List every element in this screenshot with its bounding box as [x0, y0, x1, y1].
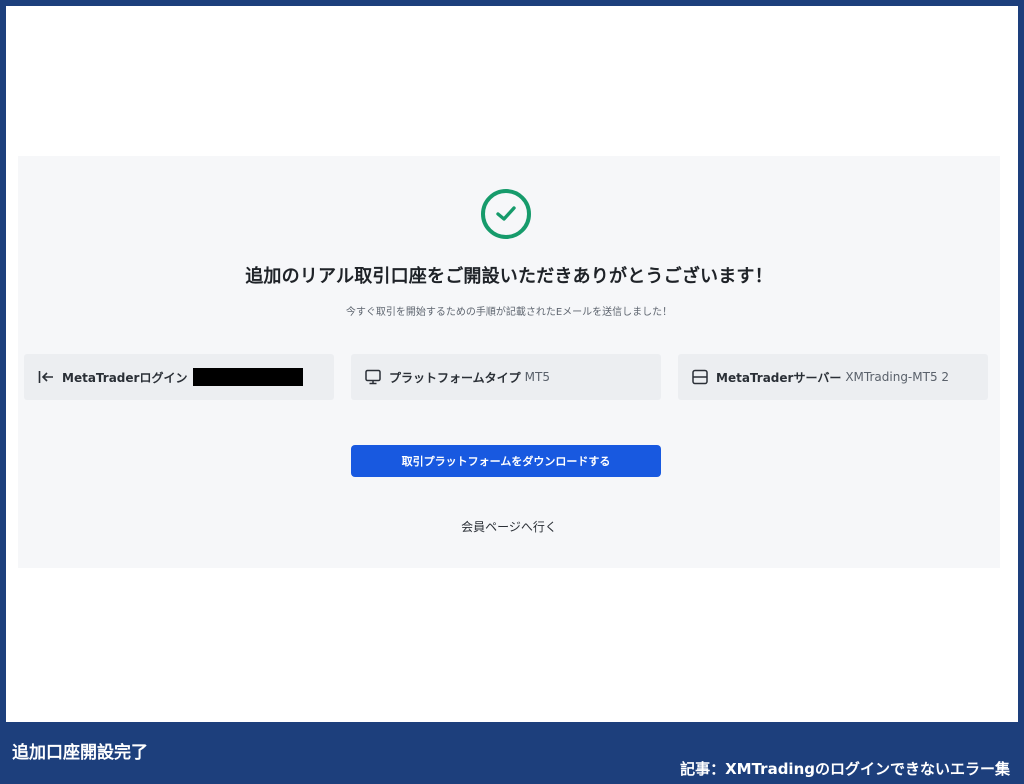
- metatrader-server-value: XMTrading-MT5 2: [845, 370, 950, 384]
- screenshot-frame: 追加のリアル取引口座をご開設いただきありがとうございます！ 今すぐ取引を開始する…: [6, 6, 1018, 722]
- caption-article: 記事：XMTradingのログインできないエラー集: [680, 760, 1010, 778]
- login-arrow-icon: [38, 370, 54, 384]
- server-icon: [692, 369, 708, 385]
- metatrader-login-label: MetaTraderログイン: [62, 370, 188, 385]
- redacted-login-value: [193, 368, 304, 386]
- download-platform-button[interactable]: 取引プラットフォームをダウンロードする: [351, 445, 661, 477]
- platform-type-value: MT5: [524, 370, 550, 384]
- success-check-icon: [481, 189, 531, 239]
- page-title: 追加のリアル取引口座をご開設いただきありがとうございます！: [245, 266, 773, 287]
- caption-title: 追加口座開設完了: [12, 743, 148, 763]
- metatrader-login-card: MetaTraderログイン: [24, 354, 334, 400]
- monitor-icon: [365, 369, 381, 385]
- platform-type-card: プラットフォームタイプ MT5: [351, 354, 661, 400]
- platform-type-label: プラットフォームタイプ: [389, 370, 521, 385]
- metatrader-server-card: MetaTraderサーバー XMTrading-MT5 2: [678, 354, 988, 400]
- account-opened-panel: 追加のリアル取引口座をご開設いただきありがとうございます！ 今すぐ取引を開始する…: [18, 156, 1000, 568]
- metatrader-server-label: MetaTraderサーバー: [716, 370, 842, 385]
- email-sent-message: 今すぐ取引を開始するための手順が記載されたEメールを送信しました！: [345, 307, 673, 318]
- member-page-link[interactable]: 会員ページへ行く: [18, 518, 1000, 535]
